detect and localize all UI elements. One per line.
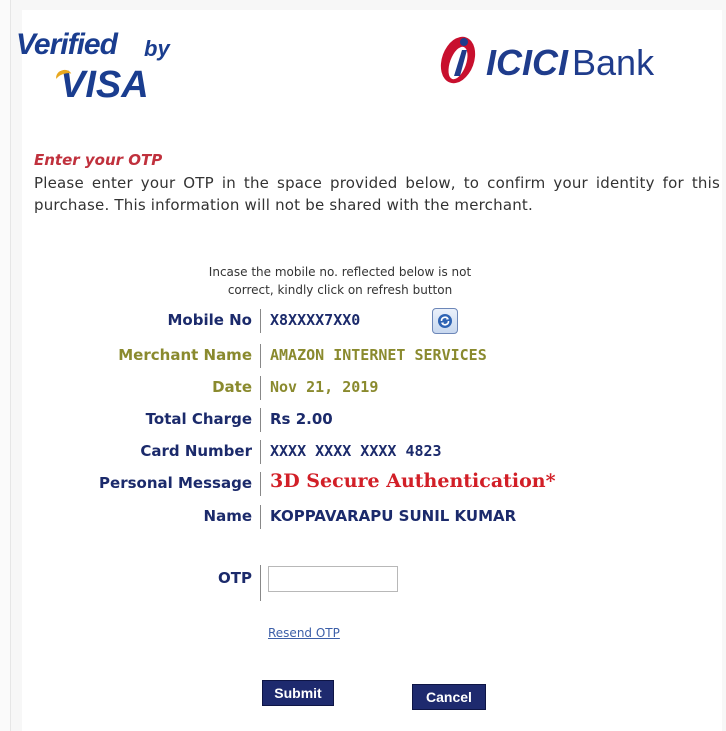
separator <box>260 565 261 601</box>
detail-row-personal-message: Personal Message 3D Secure Authenticatio… <box>0 468 726 500</box>
separator <box>260 472 261 496</box>
detail-row-date: Date Nov 21, 2019 <box>0 372 726 404</box>
name-label: Name <box>203 507 252 525</box>
icici-bank-logo: ICICI Bank <box>424 28 724 92</box>
separator <box>260 376 261 400</box>
icici-mark-icon <box>440 36 476 84</box>
verified-by-visa-logo: Verified by VISA <box>16 28 206 118</box>
separator <box>260 309 261 333</box>
detail-row-merchant: Merchant Name AMAZON INTERNET SERVICES <box>0 340 726 372</box>
otp-instructions: Please enter your OTP in the space provi… <box>34 174 720 214</box>
refresh-icon[interactable] <box>432 308 458 334</box>
detail-row-card: Card Number XXXX XXXX XXXX 4823 <box>0 436 726 468</box>
vbv-verified-text: Verified <box>16 28 118 61</box>
icici-text: ICICI <box>486 42 569 83</box>
separator <box>260 505 261 529</box>
refresh-note: Incase the mobile no. reflected below is… <box>150 263 530 299</box>
separator <box>260 440 261 464</box>
refresh-arrows-icon <box>438 314 452 328</box>
separator <box>260 408 261 432</box>
detail-row-name: Name KOPPAVARAPU SUNIL KUMAR <box>0 501 726 533</box>
vbv-visa-text: VISA <box>60 64 149 106</box>
refresh-note-line-1: Incase the mobile no. reflected below is… <box>208 265 472 279</box>
personal-message-label: Personal Message <box>99 474 252 492</box>
resend-otp-link[interactable]: Resend OTP <box>268 626 340 640</box>
merchant-label: Merchant Name <box>118 346 252 364</box>
otp-heading: Enter your OTP <box>34 151 163 169</box>
card-number-value: XXXX XXXX XXXX 4823 <box>270 442 442 460</box>
total-charge-label: Total Charge <box>145 410 252 428</box>
otp-input[interactable] <box>268 566 398 592</box>
name-value: KOPPAVARAPU SUNIL KUMAR <box>270 507 517 525</box>
merchant-value: AMAZON INTERNET SERVICES <box>270 346 487 364</box>
personal-message-value: 3D Secure Authentication* <box>270 470 556 492</box>
vbv-by-text: by <box>144 36 170 61</box>
separator <box>260 344 261 368</box>
card-number-label: Card Number <box>140 442 252 460</box>
total-charge-value: Rs 2.00 <box>270 410 333 428</box>
detail-row-total: Total Charge Rs 2.00 <box>0 404 726 436</box>
detail-row-mobile: Mobile No X8XXXX7XX0 <box>0 305 726 337</box>
cancel-button[interactable]: Cancel <box>412 684 486 710</box>
icici-wordmark: ICICI Bank <box>486 42 654 84</box>
date-label: Date <box>212 378 252 396</box>
otp-label: OTP <box>218 569 252 587</box>
bank-text: Bank <box>572 42 655 83</box>
mobile-value: X8XXXX7XX0 <box>270 311 361 329</box>
mobile-label: Mobile No <box>167 311 252 329</box>
refresh-note-line-2: correct, kindly click on refresh button <box>227 283 453 297</box>
submit-button[interactable]: Submit <box>262 680 334 706</box>
otp-row: OTP <box>0 563 726 603</box>
date-value: Nov 21, 2019 <box>270 378 379 396</box>
